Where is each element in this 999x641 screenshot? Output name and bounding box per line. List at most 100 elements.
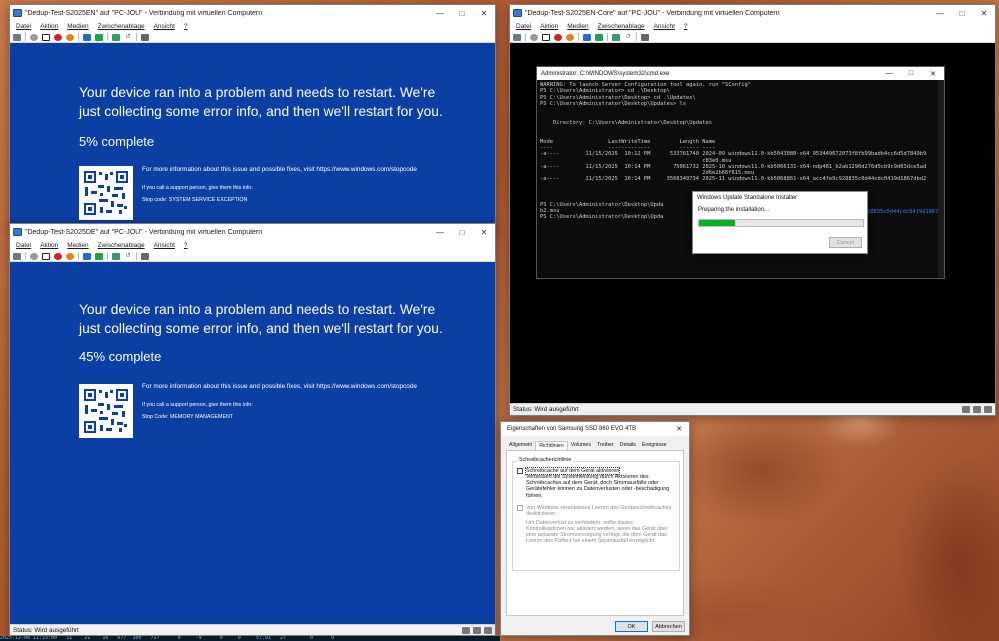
revert-icon[interactable]: ↺ <box>124 34 132 41</box>
menu-medien[interactable]: Medien <box>67 242 88 249</box>
tab-allgemein[interactable]: Allgemein <box>506 441 535 450</box>
checkbox-box[interactable] <box>517 468 523 474</box>
disable-flush-desc: Um Datenverlust zu verhindern, sollte di… <box>526 519 668 545</box>
menu-help[interactable]: ? <box>184 23 188 30</box>
separator <box>636 33 637 41</box>
minimize-button[interactable]: — <box>429 224 451 240</box>
bsod-screen: Your device ran into a problem and needs… <box>10 43 495 231</box>
close-button[interactable]: ✕ <box>973 5 995 21</box>
turn-off-icon[interactable] <box>42 33 50 41</box>
ctrl-alt-del-icon[interactable] <box>13 33 21 41</box>
tab-richtlinien[interactable]: Richtlinien <box>535 441 568 450</box>
ctrl-alt-del-icon[interactable] <box>513 33 521 41</box>
menu-aktion[interactable]: Aktion <box>40 23 58 30</box>
menu-ansicht[interactable]: Ansicht <box>154 242 175 249</box>
vm-titlebar[interactable]: "Dedup-Test-S2025EN" auf "PC-JOU" - Verb… <box>10 5 495 21</box>
menu-datei[interactable]: Datei <box>16 23 31 30</box>
wu-status-text: Preparing the installation... <box>698 207 770 213</box>
group-label: Schreibcacherichtlinie <box>517 457 574 463</box>
resume-icon[interactable] <box>95 33 103 41</box>
save-icon[interactable] <box>66 33 74 41</box>
menu-datei[interactable]: Datei <box>16 242 31 249</box>
maximize-button[interactable]: □ <box>951 5 973 21</box>
enhanced-session-icon[interactable] <box>641 33 649 41</box>
checkpoint-icon[interactable] <box>612 33 620 41</box>
tab-treiber[interactable]: Treiber <box>594 441 617 450</box>
keyboard-icon <box>462 627 470 634</box>
minimize-button[interactable]: — <box>929 5 951 21</box>
shutdown-icon[interactable] <box>54 252 62 260</box>
turn-off-icon[interactable] <box>542 33 550 41</box>
tab-ereignisse[interactable]: Ereignisse <box>639 441 670 450</box>
pause-icon[interactable] <box>83 33 91 41</box>
checkpoint-icon[interactable] <box>112 252 120 260</box>
start-icon[interactable] <box>530 33 538 41</box>
start-icon[interactable] <box>30 33 38 41</box>
toolbar: ↺ <box>10 251 495 262</box>
start-icon[interactable] <box>30 252 38 260</box>
menu-aktion[interactable]: Aktion <box>540 23 558 30</box>
dialog-buttons: OK Abbrechen <box>611 621 685 632</box>
cancel-button[interactable]: Abbrechen <box>652 621 685 632</box>
menu-zwischenablage[interactable]: Zwischenablage <box>598 23 645 30</box>
properties-titlebar[interactable]: Eigenschaften von Samsung SSD 860 EVO 4T… <box>501 422 689 436</box>
menu-ansicht[interactable]: Ansicht <box>654 23 675 30</box>
separator <box>78 252 79 260</box>
menu-ansicht[interactable]: Ansicht <box>154 23 175 30</box>
properties-dialog: Eigenschaften von Samsung SSD 860 EVO 4T… <box>500 421 690 636</box>
cmd-maximize-button[interactable]: □ <box>900 70 922 77</box>
revert-icon[interactable]: ↺ <box>124 253 132 260</box>
tab-details[interactable]: Details <box>617 441 639 450</box>
revert-icon[interactable]: ↺ <box>624 34 632 41</box>
enhanced-session-icon[interactable] <box>141 33 149 41</box>
menu-medien[interactable]: Medien <box>67 23 88 30</box>
cmd-titlebar[interactable]: Administrator: C:\WINDOWS\system32\cmd.e… <box>537 67 944 80</box>
stop-code: Stop code: SYSTEM SERVICE EXCEPTION <box>142 197 248 203</box>
bsod-message: Your device ran into a problem and needs… <box>79 85 443 119</box>
menu-zwischenablage[interactable]: Zwischenablage <box>98 23 145 30</box>
shutdown-icon[interactable] <box>554 33 562 41</box>
minimize-button[interactable]: — <box>429 5 451 21</box>
close-button[interactable]: ✕ <box>473 5 495 21</box>
vm-titlebar[interactable]: "Dedup-Test-S2025DE" auf "PC-JOU" - Verb… <box>10 224 495 240</box>
maximize-button[interactable]: □ <box>451 224 473 240</box>
ok-button[interactable]: OK <box>615 621 648 632</box>
checkpoint-icon[interactable] <box>112 33 120 41</box>
resume-icon[interactable] <box>595 33 603 41</box>
menu-medien[interactable]: Medien <box>567 23 588 30</box>
enhanced-session-icon[interactable] <box>141 252 149 260</box>
status-text: Status: Wird ausgeführt <box>13 627 79 634</box>
resume-icon[interactable] <box>95 252 103 260</box>
menu-aktion[interactable]: Aktion <box>40 242 58 249</box>
cmd-minimize-button[interactable]: — <box>878 70 900 77</box>
ctrl-alt-del-icon[interactable] <box>13 252 21 260</box>
menu-datei[interactable]: Datei <box>516 23 531 30</box>
pause-icon[interactable] <box>583 33 591 41</box>
bsod-progress: 5% complete <box>79 134 155 149</box>
cmd-scrollbar[interactable] <box>938 80 944 278</box>
menu-zwischenablage[interactable]: Zwischenablage <box>98 242 145 249</box>
wu-cancel-button[interactable]: Cancel <box>829 237 862 248</box>
menu-help[interactable]: ? <box>684 23 688 30</box>
vm-titlebar[interactable]: "Dedup-Test-S2025EN-Core" auf "PC-JOU" -… <box>510 5 995 21</box>
shutdown-icon[interactable] <box>54 33 62 41</box>
cmd-window: Administrator: C:\WINDOWS\system32\cmd.e… <box>536 66 945 279</box>
separator <box>607 33 608 41</box>
save-icon[interactable] <box>566 33 574 41</box>
menu-bar: Datei Aktion Medien Zwischenablage Ansic… <box>510 21 995 32</box>
qr-code-image <box>79 166 133 220</box>
wu-progress-fill <box>699 220 736 226</box>
disable-flush-checkbox[interactable]: Von Windows veranlasstes Leeren des Gerä… <box>517 504 679 517</box>
tab-volumes[interactable]: Volumes <box>568 441 594 450</box>
cmd-close-button[interactable]: ✕ <box>922 70 944 78</box>
cmd-overflow-text: 28835c0d44cdc0419d1867dbd2b62 <box>867 209 944 215</box>
close-button[interactable]: ✕ <box>473 224 495 240</box>
pause-icon[interactable] <box>83 252 91 260</box>
properties-title: Eigenschaften von Samsung SSD 860 EVO 4T… <box>507 426 637 432</box>
turn-off-icon[interactable] <box>42 252 50 260</box>
save-icon[interactable] <box>66 252 74 260</box>
maximize-button[interactable]: □ <box>451 5 473 21</box>
properties-close-button[interactable]: ✕ <box>669 425 689 433</box>
menu-help[interactable]: ? <box>184 242 188 249</box>
checkbox-box[interactable] <box>517 504 523 511</box>
